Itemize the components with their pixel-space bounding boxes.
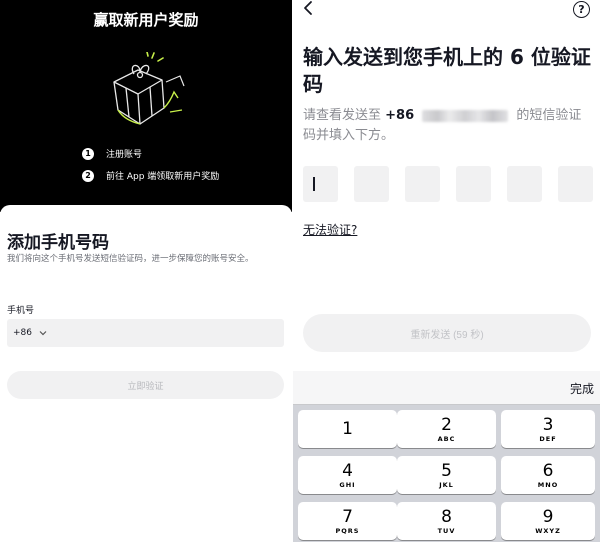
key-9[interactable]: 9 WXYZ <box>501 502 595 540</box>
key-letters: ABC <box>437 434 456 443</box>
chevron-left-icon[interactable] <box>303 0 313 20</box>
country-code: +86 <box>385 108 415 123</box>
key-digit: 9 <box>542 506 554 527</box>
promo-step-2: 2 前往 App 端领取新用户奖励 <box>82 169 219 182</box>
phone-input[interactable] <box>53 319 284 347</box>
text-cursor <box>313 177 315 191</box>
key-letters: GHI <box>339 480 356 489</box>
country-code-selector[interactable]: +86 <box>13 328 32 338</box>
otp-digit-box[interactable] <box>507 166 542 202</box>
cant-verify-link[interactable]: 无法验证? <box>303 221 357 238</box>
key-8[interactable]: 8 TUV <box>397 502 496 540</box>
verify-now-button[interactable]: 立即验证 <box>7 371 284 399</box>
key-letters: JKL <box>439 480 454 489</box>
redacted-phone-number <box>422 109 509 122</box>
key-digit: 5 <box>441 460 452 481</box>
key-4[interactable]: 4 GHI <box>298 456 397 494</box>
sheet-title: 添加手机号码 <box>7 233 109 253</box>
key-digit: 3 <box>542 414 554 435</box>
promo-step-1: 1 注册账号 <box>82 147 142 160</box>
key-6[interactable]: 6 MNO <box>501 456 595 494</box>
promo-title: 赢取新用户奖励 <box>93 11 199 29</box>
step-text: 注册账号 <box>106 150 143 160</box>
add-phone-sheet: 添加手机号码 我们将向这个手机号发送短信验证码，进一步保障您的账号安全。 手机号… <box>0 205 292 542</box>
otp-title: 输入发送到您手机上的 6 位验证码 <box>303 45 591 96</box>
key-digit: 7 <box>342 506 353 527</box>
key-2[interactable]: 2 ABC <box>397 410 496 448</box>
new-user-promo-banner: 赢取新用户奖励 1 注册账号 2 前往 App 端领取新用户奖励 <box>0 0 292 212</box>
otp-digit-box[interactable] <box>405 166 440 202</box>
key-letters: TUV <box>437 526 456 535</box>
otp-digit-box[interactable] <box>558 166 593 202</box>
key-7[interactable]: 7 PQRS <box>298 502 397 540</box>
chevron-down-icon[interactable] <box>39 329 47 338</box>
desc-prefix: 请查看发送至 <box>303 108 382 123</box>
otp-description: 请查看发送至 +86 的短信验证码并填入下方。 <box>303 106 593 146</box>
phone-label: 手机号 <box>7 306 35 316</box>
question-circle-icon[interactable]: ? <box>573 1 590 18</box>
otp-digit-box[interactable] <box>456 166 491 202</box>
resend-code-button[interactable]: 重新发送 (59 秒) <box>303 314 591 352</box>
key-letters: WXYZ <box>535 526 561 535</box>
otp-screen: ? 输入发送到您手机上的 6 位验证码 请查看发送至 +86 的短信验证码并填入… <box>293 0 600 542</box>
gift-box-icon <box>113 52 185 125</box>
key-5[interactable]: 5 JKL <box>397 456 496 494</box>
key-letters: MNO <box>537 480 559 489</box>
step-text: 前往 App 端领取新用户奖励 <box>106 172 220 182</box>
key-digit: 1 <box>342 419 353 439</box>
key-1[interactable]: 1 <box>298 410 397 448</box>
keyboard-done-button[interactable]: 完成 <box>570 380 594 397</box>
otp-digit-box[interactable] <box>354 166 389 202</box>
otp-input-group <box>303 166 593 202</box>
step-number-badge: 1 <box>82 147 94 160</box>
sheet-description: 我们将向这个手机号发送短信验证码，进一步保障您的账号安全。 <box>7 254 254 264</box>
phone-field: +86 <box>7 319 284 347</box>
key-digit: 6 <box>542 460 554 481</box>
key-digit: 8 <box>441 506 452 527</box>
key-digit: 2 <box>441 414 452 435</box>
key-letters: PQRS <box>335 526 360 535</box>
step-number-badge: 2 <box>82 169 94 182</box>
numeric-keyboard: 完成 1 2 ABC 3 DEF 4 GHI 5 JKL 6 MNO 7 PQR… <box>293 371 600 542</box>
key-3[interactable]: 3 DEF <box>501 410 595 448</box>
key-digit: 4 <box>342 460 353 481</box>
keyboard-toolbar: 完成 <box>293 371 600 405</box>
key-letters: DEF <box>539 434 557 443</box>
otp-digit-box[interactable] <box>303 166 338 202</box>
add-phone-screen: 赢取新用户奖励 1 注册账号 2 前往 App 端领取新用户奖励 添加手机号码 … <box>0 0 292 542</box>
